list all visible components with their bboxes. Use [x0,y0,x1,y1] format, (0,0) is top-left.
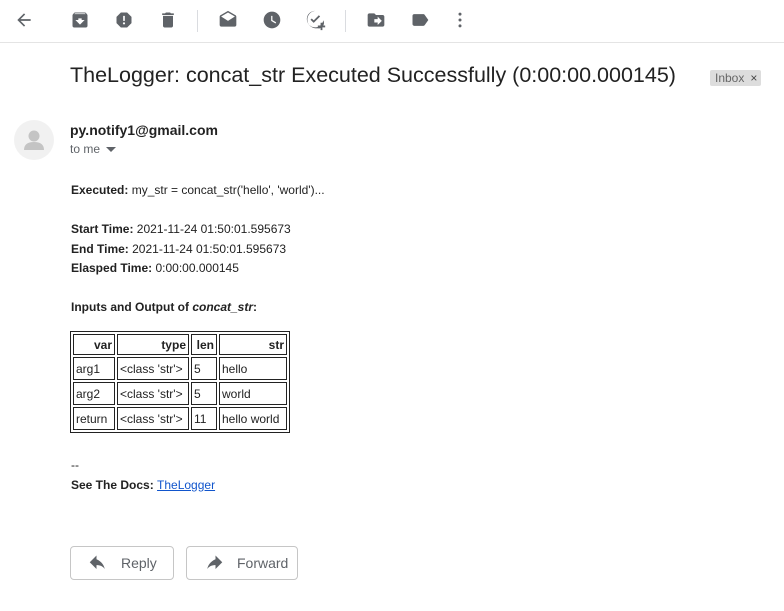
column-header: str [219,334,287,355]
table-header-row: var type len str [73,334,287,355]
snooze-icon[interactable] [260,8,284,32]
add-to-tasks-icon[interactable] [304,8,328,32]
table-cell: 11 [191,407,217,430]
table-cell: 5 [191,357,217,380]
sender-email: py.notify1@gmail.com [70,122,218,138]
io-table: var type len str arg1 <class 'str'> 5 he… [70,331,290,433]
mark-unread-icon[interactable] [216,8,240,32]
elapsed-time-line: Elasped Time: 0:00:00.000145 [71,261,239,275]
reply-icon [89,555,107,571]
report-spam-icon[interactable] [112,8,136,32]
avatar[interactable] [14,120,54,160]
delete-icon[interactable] [156,8,180,32]
table-cell: world [219,382,287,405]
executed-line: Executed: my_str = concat_str('hello', '… [71,183,325,197]
table-cell: arg1 [73,357,115,380]
table-cell: return [73,407,115,430]
table-cell: hello [219,357,287,380]
docs-link[interactable]: TheLogger [157,478,215,492]
io-heading: Inputs and Output of concat_str: [71,300,257,314]
toolbar [0,0,784,43]
column-header: type [117,334,189,355]
archive-icon[interactable] [68,8,92,32]
executed-value: my_str = concat_str('hello', 'world')... [128,183,325,197]
table-row: arg1 <class 'str'> 5 hello [73,357,287,380]
start-time-value: 2021-11-24 01:50:01.595673 [133,222,291,236]
table-cell: <class 'str'> [117,382,189,405]
elapsed-time-label: Elasped Time: [71,261,153,275]
inbox-label-badge[interactable]: Inbox × [710,70,762,86]
column-header: len [191,334,217,355]
move-to-icon[interactable] [364,8,388,32]
table-cell: <class 'str'> [117,407,189,430]
table-cell: arg2 [73,382,115,405]
docs-label: See The Docs: [71,478,158,492]
table-row: arg2 <class 'str'> 5 world [73,382,287,405]
column-header: var [73,334,115,355]
end-time-line: End Time: 2021-11-24 01:50:01.595673 [71,242,286,256]
toolbar-divider [197,10,198,32]
toolbar-divider [345,10,346,32]
recipient-details-toggle[interactable]: to me [70,142,117,156]
forward-icon [205,555,223,571]
table-cell: <class 'str'> [117,357,189,380]
forward-button[interactable]: Forward [186,546,298,580]
recipient-label: to me [70,142,101,156]
forward-label: Forward [237,555,289,571]
start-time-label: Start Time: [71,222,134,236]
chevron-down-icon [106,142,117,156]
table-cell: hello world [219,407,287,430]
remove-label-icon[interactable]: × [750,70,757,86]
table-row: return <class 'str'> 11 hello world [73,407,287,430]
start-time-line: Start Time: 2021-11-24 01:50:01.595673 [71,222,291,236]
io-heading-text: Inputs and Output of [71,300,193,314]
signature-separator: -- [71,458,79,472]
back-arrow-icon[interactable] [12,8,36,32]
labels-icon[interactable] [408,8,432,32]
reply-button[interactable]: Reply [70,546,174,580]
end-time-value: 2021-11-24 01:50:01.595673 [128,242,287,256]
table-cell: 5 [191,382,217,405]
io-heading-colon: : [253,300,258,314]
io-function-name: concat_str [192,300,254,314]
label-text: Inbox [715,71,745,85]
reply-label: Reply [121,555,157,571]
elapsed-time-value: 0:00:00.000145 [152,261,239,275]
executed-label: Executed: [71,183,129,197]
more-vert-icon[interactable] [448,8,472,32]
email-subject: TheLogger: concat_str Executed Successfu… [70,63,676,87]
docs-line: See The Docs: TheLogger [71,478,215,492]
end-time-label: End Time: [71,242,129,256]
